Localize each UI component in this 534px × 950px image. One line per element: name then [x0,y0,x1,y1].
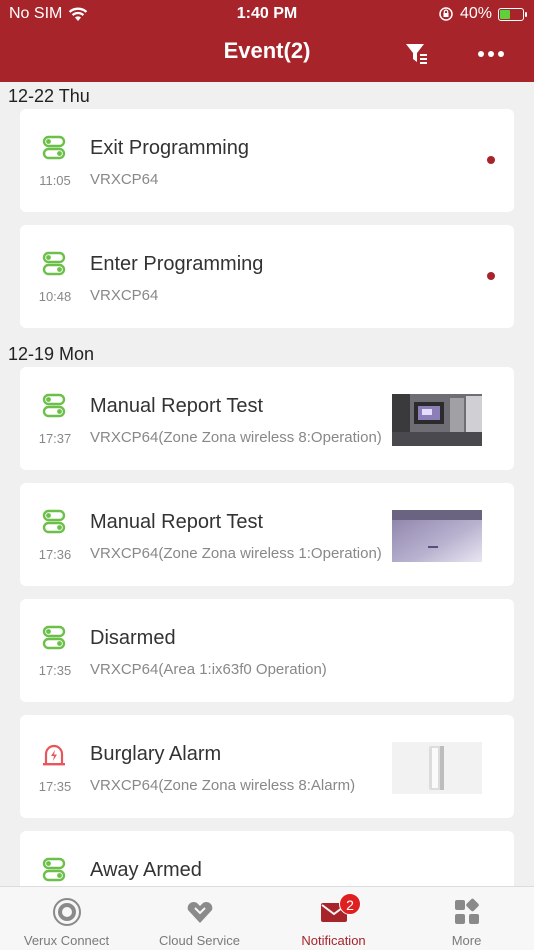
alarm-icon [43,744,65,766]
battery-level [500,9,510,19]
more-icon [478,51,484,57]
event-card[interactable]: 10:48 Enter Programming VRXCP64 [20,225,514,328]
event-thumbnail[interactable] [392,394,482,446]
programming-icon [42,625,66,650]
notification-badge: 2 [339,893,361,915]
tab-label: Cloud Service [159,933,240,948]
event-time: 10:48 [38,289,72,304]
event-title: Burglary Alarm [90,743,222,765]
app-header: No SIM 1:40 PM 40% Event(2) [0,0,534,82]
tab-cloud-service[interactable]: Cloud Service [133,887,266,950]
event-detail: VRXCP64 [90,171,159,188]
orientation-lock-icon [439,7,453,21]
event-detail: VRXCP64(Zone Zona wireless 8:Alarm) [90,777,356,794]
unread-dot [487,272,495,280]
tab-bar: Verux Connect Cloud Service 2 Notificati… [0,886,534,950]
tab-label: Verux Connect [23,933,110,948]
battery-icon [498,7,527,21]
event-title: Exit Programming [90,137,249,159]
event-card[interactable]: 17:37 Manual Report Test VRXCP64(Zone Zo… [20,367,514,470]
programming-icon [42,857,66,882]
programming-icon [42,135,66,160]
apps-grid-icon [454,898,479,924]
event-detail: VRXCP64 [90,287,159,304]
event-detail: VRXCP64(Zone Zona wireless 1:Operation) [90,545,382,562]
event-time: 11:05 [39,173,71,188]
filter-button[interactable] [403,40,431,68]
event-card[interactable]: 17:35 Disarmed VRXCP64(Area 1:ix63f0 Ope… [20,599,514,702]
event-thumbnail[interactable] [392,510,482,562]
event-title: Away Armed [90,859,202,881]
programming-icon [42,251,66,276]
status-right: 40% [438,5,527,23]
event-title: Disarmed [90,627,176,649]
programming-icon [42,393,66,418]
event-title: Manual Report Test [90,511,264,533]
more-button[interactable] [475,40,507,68]
event-thumbnail[interactable] [392,742,482,794]
tab-notification[interactable]: 2 Notification [267,887,400,950]
event-card[interactable]: 17:35 Burglary Alarm VRXCP64(Zone Zona w… [20,715,514,818]
tab-verux-connect[interactable]: Verux Connect [0,887,133,950]
event-card[interactable]: 17:36 Manual Report Test VRXCP64(Zone Zo… [20,483,514,586]
tab-label: Notification [301,933,366,948]
device-icon [52,898,81,926]
event-list[interactable]: 12-22 Thu 11:05 Exit Programming VRXCP64… [0,82,534,886]
cloud-heart-icon [187,901,212,923]
status-bar: No SIM 1:40 PM 40% [0,0,534,28]
event-title: Enter Programming [90,253,264,275]
event-detail: VRXCP64(Zone Zona wireless 8:Operation) [90,429,382,446]
event-card[interactable]: Away Armed [20,831,514,886]
event-title: Manual Report Test [90,395,264,417]
event-time: 17:36 [38,547,72,562]
filter-icon [406,44,427,64]
page-title: Event(2) [223,38,311,63]
tab-label: More [451,933,482,948]
battery-percent: 40% [459,5,492,22]
programming-icon [42,509,66,534]
event-detail: VRXCP64(Area 1:ix63f0 Operation) [90,661,327,678]
date-header: 12-22 Thu [8,86,90,106]
event-card[interactable]: 11:05 Exit Programming VRXCP64 [20,109,514,212]
unread-dot [487,156,495,164]
date-header: 12-19 Mon [8,344,95,364]
event-time: 17:37 [38,431,72,446]
event-time: 17:35 [38,663,72,678]
event-time: 17:35 [38,779,72,794]
tab-more[interactable]: More [400,887,533,950]
